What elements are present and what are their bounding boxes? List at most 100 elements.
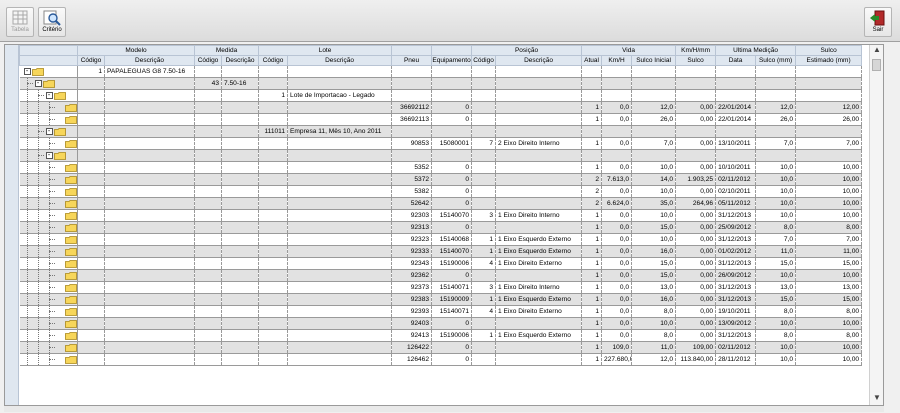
column-header-6[interactable]: Descrição: [287, 55, 393, 66]
table-row[interactable]: 92323 15140068 1 1 Eixo Esquerdo Externo 1 0,…: [19, 233, 863, 246]
tree-cell[interactable]: [19, 341, 78, 354]
sair-button[interactable]: Sair: [864, 7, 892, 37]
table-row[interactable]: 126422 0 1 109,0 11,0 109,00 02/11/2012 10,0 10,…: [19, 341, 863, 354]
tree-cell[interactable]: -: [19, 77, 78, 90]
cell-c-digo-1: [77, 245, 105, 258]
tree-cell[interactable]: [19, 101, 78, 114]
table-row[interactable]: 92343 15190006 4 1 Eixo Direito Externo 1 0,0…: [19, 257, 863, 270]
table-row[interactable]: 92413 15190006 1 1 Eixo Esquerdo Externo 1 0,…: [19, 329, 863, 342]
table-row[interactable]: - 43 7.50-16: [19, 77, 863, 90]
column-header-0[interactable]: [19, 55, 78, 66]
folder-icon: [64, 140, 77, 148]
column-header-7[interactable]: Pneu: [391, 55, 433, 66]
column-header-15[interactable]: Data: [715, 55, 757, 66]
scroll-down-icon[interactable]: ▼: [873, 393, 881, 402]
header-group-8: Km/H/mm: [675, 45, 717, 56]
tree-cell[interactable]: [19, 245, 78, 258]
table-row[interactable]: 36692112 0 1 0,0 12,0 0,00 22/01/2014 12,0 12,00: [19, 101, 863, 114]
collapse-icon[interactable]: -: [34, 80, 42, 87]
cell-data-15: 31/12/2013: [715, 329, 757, 342]
tree-cell[interactable]: -: [19, 65, 78, 78]
column-header-3[interactable]: Código: [194, 55, 223, 66]
cell-sulco-mm--16: 10,0: [755, 197, 797, 210]
search-icon: [43, 10, 61, 26]
table-row[interactable]: 5382 0 2 0,0 10,0 0,00 02/10/2011 10,0 10,00: [19, 185, 863, 198]
cell-sulco-inicial-13: 14,0: [631, 173, 677, 186]
table-row[interactable]: 92303 15140070 3 1 Eixo Direito Interno 1 0,0…: [19, 209, 863, 222]
column-header-12[interactable]: Km/H: [601, 55, 633, 66]
tree-cell[interactable]: [19, 281, 78, 294]
collapse-icon[interactable]: -: [23, 68, 31, 75]
table-row[interactable]: - 1 PAPALEGUAS G8 7.50-16: [19, 65, 863, 78]
column-header-1[interactable]: Código: [77, 55, 105, 66]
tree-cell[interactable]: -: [19, 125, 78, 138]
tree-cell[interactable]: [19, 173, 78, 186]
table-row[interactable]: - 1 Lote de Importacao - Legado: [19, 89, 863, 102]
table-row[interactable]: -: [19, 149, 863, 162]
column-header-8[interactable]: Equipamento: [431, 55, 473, 66]
table-row[interactable]: 92383 15190009 1 1 Eixo Esquerdo Externo 1 0,…: [19, 293, 863, 306]
tree-cell[interactable]: [19, 197, 78, 210]
tabela-button[interactable]: Tabela: [6, 7, 34, 37]
status-bar: [4, 406, 884, 412]
cell-equipamento-8: [431, 125, 473, 138]
table-row[interactable]: 92333 15140070 1 1 Eixo Esquerdo Externo 1 0,…: [19, 245, 863, 258]
cell-c-digo-9: [471, 161, 497, 174]
tree-cell[interactable]: -: [19, 89, 78, 102]
table-row[interactable]: 92403 0 1 0,0 10,0 0,00 13/09/2012 10,0 10,00: [19, 317, 863, 330]
column-header-2[interactable]: Descrição: [103, 55, 196, 66]
folder-icon: [64, 283, 77, 292]
scroll-thumb[interactable]: [872, 59, 881, 71]
tree-cell[interactable]: [19, 257, 78, 270]
tree-cell[interactable]: [19, 317, 78, 330]
tree-cell[interactable]: [19, 233, 78, 246]
data-grid[interactable]: Modelo Medida Lote Posição Vida Km/H/mm Ultima…: [4, 44, 884, 406]
table-row[interactable]: 90853 15080001 7 2 Eixo Direito Interno 1 0,0…: [19, 137, 863, 150]
table-row[interactable]: 5352 0 1 0,0 10,0 0,00 10/10/2011 10,0 10,00: [19, 161, 863, 174]
table-row[interactable]: - 111011 Empresa 11, Mês 10, Ano 2011: [19, 125, 863, 138]
column-header-10[interactable]: Descrição: [495, 55, 583, 66]
column-header-16[interactable]: Sulco (mm): [755, 55, 797, 66]
scroll-up-icon[interactable]: ▲: [873, 45, 881, 54]
tree-cell[interactable]: [19, 209, 78, 222]
cell-km-h-12: [601, 77, 633, 90]
cell-descri-o-2: [104, 149, 196, 162]
column-header-4[interactable]: Descrição: [221, 55, 260, 66]
collapse-icon[interactable]: -: [45, 152, 53, 159]
tree-cell[interactable]: [19, 113, 78, 126]
table-row[interactable]: 52642 0 2 6.624,0 35,0 264,96 05/11/2012 10,0 10…: [19, 197, 863, 210]
cell-c-digo-3: [194, 197, 223, 210]
tree-cell[interactable]: [19, 161, 78, 174]
collapse-icon[interactable]: -: [45, 128, 53, 135]
table-row[interactable]: 92373 15140071 3 1 Eixo Direito Interno 1 0,0…: [19, 281, 863, 294]
tree-cell[interactable]: [19, 269, 78, 282]
table-row[interactable]: 92362 0 1 0,0 15,0 0,00 26/09/2012 10,0 10,00: [19, 269, 863, 282]
folder-icon: [64, 319, 77, 328]
cell-c-digo-3: [194, 305, 223, 318]
tree-cell[interactable]: [19, 137, 78, 150]
tree-cell[interactable]: [19, 305, 78, 318]
table-row[interactable]: 36692113 0 1 0,0 26,0 0,00 22/01/2014 26,0 26,00: [19, 113, 863, 126]
tree-cell[interactable]: [19, 329, 78, 342]
vertical-scrollbar[interactable]: ▲ ▼: [869, 45, 883, 405]
tree-cell[interactable]: [19, 185, 78, 198]
criterio-button[interactable]: Critério: [38, 7, 66, 37]
tree-cell[interactable]: [19, 353, 78, 366]
collapse-icon[interactable]: -: [45, 92, 53, 99]
table-row[interactable]: 126462 0 1 227.680,0 12,0 113.840,00 28/11/201…: [19, 353, 863, 366]
cell-descri-o-4: [221, 209, 260, 222]
column-header-5[interactable]: Código: [258, 55, 289, 66]
table-row[interactable]: 5372 0 2 7.613,0 14,0 1.903,25 02/11/2012 10,0 1…: [19, 173, 863, 186]
column-header-9[interactable]: Código: [471, 55, 497, 66]
column-header-14[interactable]: Sulco: [675, 55, 717, 66]
tree-cell[interactable]: [19, 293, 78, 306]
tree-cell[interactable]: -: [19, 149, 78, 162]
cell-data-15: 02/10/2011: [715, 185, 757, 198]
column-header-11[interactable]: Atual: [581, 55, 603, 66]
table-row[interactable]: 92313 0 1 0,0 15,0 0,00 25/09/2012 8,0 8,00: [19, 221, 863, 234]
column-header-13[interactable]: Sulco Inicial: [631, 55, 677, 66]
cell-descri-o-2: [104, 173, 196, 186]
table-row[interactable]: 92393 15140071 4 1 Eixo Direito Externo 1 0,0…: [19, 305, 863, 318]
column-header-17[interactable]: Estimado (mm): [795, 55, 863, 66]
tree-cell[interactable]: [19, 221, 78, 234]
